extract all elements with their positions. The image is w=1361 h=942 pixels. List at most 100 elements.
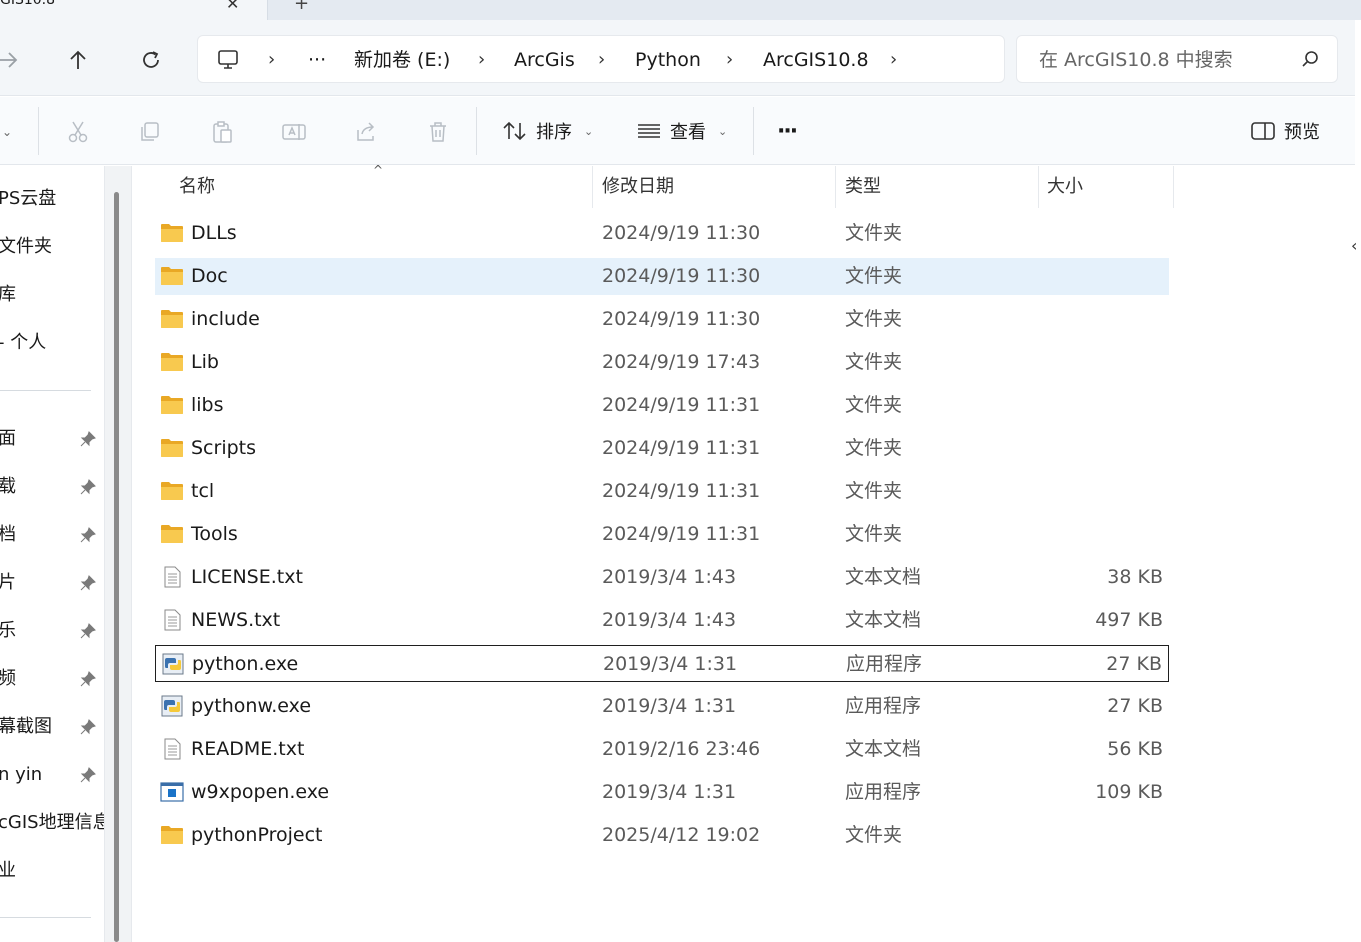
view-button[interactable]: 查看 ⌄: [636, 115, 727, 147]
file-size: 109 KB: [1095, 781, 1163, 803]
scrollbar-thumb[interactable]: [114, 192, 119, 942]
file-row[interactable]: NEWS.txt 2019/3/4 1:43 文本文档 497 KB: [155, 602, 1169, 639]
file-row[interactable]: Doc 2024/9/19 11:30 文件夹: [155, 258, 1169, 295]
pin-icon[interactable]: [80, 431, 96, 447]
python-exe-icon: [160, 695, 184, 717]
column-header-date[interactable]: 修改日期: [602, 166, 674, 208]
sidebar-item[interactable]: 业: [0, 853, 104, 889]
pin-icon[interactable]: [80, 623, 96, 639]
file-row[interactable]: Tools 2024/9/19 11:31 文件夹: [155, 516, 1169, 553]
search-box[interactable]: 在 ArcGIS10.8 中搜索: [1016, 35, 1338, 83]
breadcrumb-arcgis[interactable]: ArcGis: [514, 36, 575, 84]
view-label: 查看: [670, 122, 706, 143]
share-icon[interactable]: [353, 119, 379, 145]
chevron-down-icon: ⌄: [584, 124, 594, 138]
sidebar-item[interactable]: - 个人: [0, 325, 104, 361]
folder-icon: [160, 308, 184, 330]
sidebar-item[interactable]: cGIS地理信息: [0, 805, 104, 841]
close-icon[interactable]: ✕: [226, 0, 239, 13]
sidebar-item[interactable]: 文件夹: [0, 229, 104, 265]
delete-icon[interactable]: [425, 119, 451, 145]
rename-icon[interactable]: [281, 119, 307, 145]
column-header-size[interactable]: 大小: [1047, 166, 1083, 208]
computer-icon[interactable]: [216, 48, 240, 76]
sidebar-item[interactable]: 档: [0, 517, 104, 553]
breadcrumb-python[interactable]: Python: [635, 36, 701, 84]
sort-ascending-icon: ^: [373, 163, 384, 177]
file-row[interactable]: include 2024/9/19 11:30 文件夹: [155, 301, 1169, 338]
pin-icon[interactable]: [80, 719, 96, 735]
breadcrumb-arcgis108[interactable]: ArcGIS10.8: [763, 36, 869, 84]
preview-button[interactable]: 预览: [1250, 115, 1320, 147]
pin-icon[interactable]: [80, 479, 96, 495]
file-row[interactable]: w9xpopen.exe 2019/3/4 1:31 应用程序 109 KB: [155, 774, 1169, 811]
pin-icon[interactable]: [80, 767, 96, 783]
file-date: 2024/9/19 11:31: [602, 523, 761, 545]
folder-icon: [160, 222, 184, 244]
sidebar-item[interactable]: n yin: [0, 757, 104, 793]
sidebar-item[interactable]: 载: [0, 469, 104, 505]
file-type: 文件夹: [845, 222, 903, 244]
sort-button[interactable]: 排序 ⌄: [502, 115, 593, 147]
chevron-left-icon[interactable]: ‹: [1351, 236, 1357, 255]
column-header-type[interactable]: 类型: [845, 166, 881, 208]
preview-pane-icon: [1251, 122, 1275, 140]
file-name: w9xpopen.exe: [191, 781, 330, 803]
chevron-right-icon[interactable]: ›: [726, 36, 733, 84]
file-date: 2024/9/19 11:31: [602, 437, 761, 459]
sidebar-item-label: - 个人: [0, 332, 47, 353]
column-divider[interactable]: [1038, 166, 1039, 208]
file-row[interactable]: Lib 2024/9/19 17:43 文件夹: [155, 344, 1169, 381]
cut-icon[interactable]: [65, 119, 91, 145]
sidebar-item-label: 片: [0, 572, 16, 593]
file-row[interactable]: README.txt 2019/2/16 23:46 文本文档 56 KB: [155, 731, 1169, 768]
file-row[interactable]: python.exe 2019/3/4 1:31 应用程序 27 KB: [155, 645, 1169, 682]
file-row[interactable]: Scripts 2024/9/19 11:31 文件夹: [155, 430, 1169, 467]
more-options-button[interactable]: ···: [777, 115, 798, 147]
column-divider[interactable]: [1173, 166, 1174, 208]
file-row[interactable]: tcl 2024/9/19 11:31 文件夹: [155, 473, 1169, 510]
file-row[interactable]: libs 2024/9/19 11:31 文件夹: [155, 387, 1169, 424]
up-icon[interactable]: [64, 46, 92, 74]
paste-icon[interactable]: [209, 119, 235, 145]
chevron-right-icon[interactable]: ›: [268, 36, 275, 84]
file-name: NEWS.txt: [191, 609, 281, 631]
column-divider[interactable]: [835, 166, 836, 208]
file-type: 文件夹: [845, 351, 903, 373]
new-tab-icon[interactable]: +: [294, 0, 309, 14]
file-row[interactable]: pythonw.exe 2019/3/4 1:31 应用程序 27 KB: [155, 688, 1169, 725]
sidebar-item[interactable]: 库: [0, 277, 104, 313]
chevron-right-icon[interactable]: ›: [890, 36, 897, 84]
pin-icon[interactable]: [80, 671, 96, 687]
navigation-pane: PS云盘 文件夹 库 - 个人 面 载 档 片 乐 频 幕截图 n yin cG…: [0, 166, 104, 942]
sidebar-item[interactable]: 片: [0, 565, 104, 601]
sidebar-item[interactable]: 频: [0, 661, 104, 697]
folder-icon: [160, 824, 184, 846]
file-name: libs: [191, 394, 224, 416]
chevron-down-icon[interactable]: ⌄: [0, 119, 20, 145]
sidebar-item[interactable]: PS云盘: [0, 181, 104, 217]
file-type: 文本文档: [845, 566, 922, 588]
chevron-right-icon[interactable]: ›: [478, 36, 485, 84]
sidebar-item[interactable]: 面: [0, 421, 104, 457]
search-input[interactable]: 在 ArcGIS10.8 中搜索: [1039, 36, 1233, 84]
breadcrumb-drive[interactable]: 新加卷 (E:): [354, 36, 450, 84]
pin-icon[interactable]: [80, 527, 96, 543]
address-bar[interactable]: › ··· 新加卷 (E:) › ArcGis › Python › ArcGI…: [197, 35, 1005, 83]
file-row[interactable]: LICENSE.txt 2019/3/4 1:43 文本文档 38 KB: [155, 559, 1169, 596]
pin-icon[interactable]: [80, 575, 96, 591]
file-row[interactable]: pythonProject 2025/4/12 19:02 文件夹: [155, 817, 1169, 854]
column-divider[interactable]: [592, 166, 593, 208]
tab-current[interactable]: GIS10.8 ✕: [0, 0, 268, 20]
chevron-right-icon[interactable]: ›: [598, 36, 605, 84]
sidebar-item[interactable]: 乐: [0, 613, 104, 649]
sidebar-item[interactable]: 幕截图: [0, 709, 104, 745]
copy-icon[interactable]: [137, 119, 163, 145]
file-row[interactable]: DLLs 2024/9/19 11:30 文件夹: [155, 215, 1169, 252]
search-icon[interactable]: [1301, 50, 1319, 72]
refresh-icon[interactable]: [137, 46, 165, 74]
column-header-name[interactable]: 名称: [179, 166, 215, 208]
breadcrumb-more[interactable]: ···: [308, 36, 326, 84]
forward-icon[interactable]: [0, 46, 22, 74]
sidebar-scrollbar[interactable]: [104, 166, 132, 942]
